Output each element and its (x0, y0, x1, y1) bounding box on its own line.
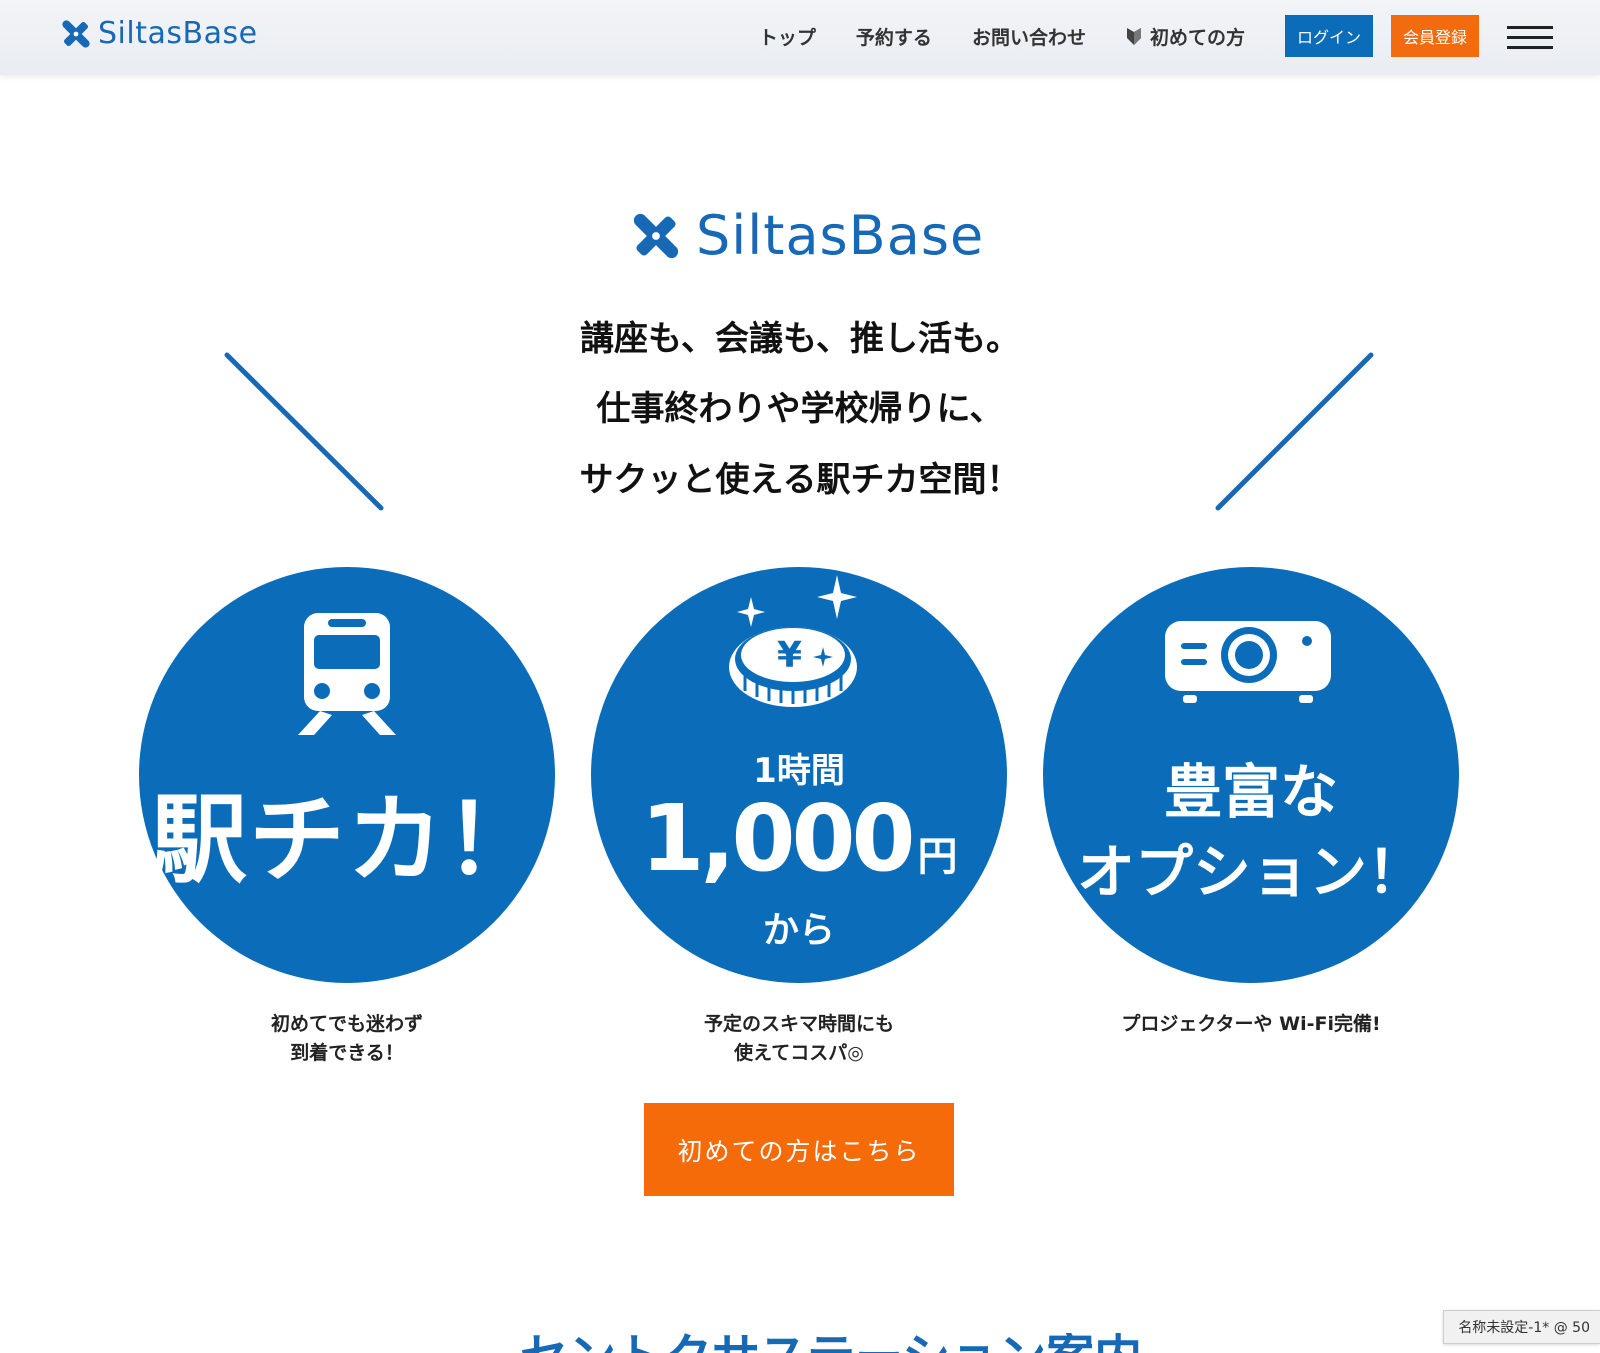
feature-title: 駅チカ！ (151, 784, 543, 896)
login-button[interactable]: ログイン (1284, 15, 1373, 57)
feature-title-line-2: オプション！ (1076, 838, 1425, 906)
caption-line: 到着できる！ (290, 1042, 404, 1064)
tagline-line-3: サクッと使える駅チカ空間！ (579, 460, 1021, 500)
yen-coin-icon: ¥ (729, 575, 857, 707)
nav-item-label: 予約する (855, 26, 932, 49)
nav-item-beginner[interactable]: 初めての方 (1126, 23, 1245, 50)
hamburger-menu-icon[interactable] (1507, 20, 1553, 52)
header-logo[interactable]: SiltasBase (60, 16, 258, 51)
signup-button[interactable]: 会員登録 (1390, 15, 1479, 57)
feature-circle-station: 駅チカ！ (139, 567, 555, 983)
feature-caption-price: 予定のスキマ時間にも 使えてコスパ◎ (589, 1010, 1009, 1068)
nav-item-top[interactable]: トップ (759, 23, 816, 50)
nav-item-label: 初めての方 (1149, 26, 1245, 49)
feature-caption-options: プロジェクターや Wi-Fi完備! (1041, 1010, 1461, 1039)
caption-line: 初めてでも迷わず (270, 1013, 423, 1035)
next-section-heading: セントクサステーション案内 (520, 1333, 1142, 1353)
projector-icon (1165, 621, 1331, 703)
caption-line: プロジェクターや Wi-Fi完備! (1121, 1013, 1381, 1035)
tagline-line-1: 講座も、会議も、推し活も。 (580, 319, 1020, 359)
puzzle-x-icon (62, 19, 90, 48)
puzzle-x-icon (633, 213, 679, 258)
price-number: 1,000 (640, 785, 915, 892)
main-nav: トップ 予約する お問い合わせ 初めての方 ログイン 会員登録 (759, 0, 1600, 72)
feature-circle-options: 豊富な オプション！ (1043, 567, 1459, 983)
document-title-badge: 名称未設定-1* @ 50 (1443, 1310, 1600, 1344)
beginner-guide-button[interactable]: 初めての方はこちら (644, 1103, 954, 1196)
nav-item-label: お問い合わせ (971, 26, 1086, 49)
price-suffix: から (762, 910, 835, 951)
feature-circle-price: ¥ 1時間 1,000 円 から (591, 567, 1007, 983)
logo-text: SiltasBase (696, 204, 985, 267)
price-value: 1,000 円 (591, 785, 1007, 892)
feature-title-line-1: 豊富な (1163, 758, 1338, 826)
nav-item-contact[interactable]: お問い合わせ (972, 23, 1086, 50)
nav-item-reserve[interactable]: 予約する (856, 23, 932, 50)
decorative-lines (224, 352, 1374, 511)
beginner-mark-icon (1126, 28, 1141, 45)
site-header: SiltasBase トップ 予約する お問い合わせ 初めての方 ログイン 会員… (0, 0, 1600, 75)
logo-text: SiltasBase (98, 16, 258, 51)
hero-logo: SiltasBase (630, 204, 984, 267)
price-unit: 円 (917, 834, 958, 880)
caption-line: 予定のスキマ時間にも (703, 1013, 894, 1035)
nav-item-label: トップ (758, 26, 816, 49)
feature-caption-station: 初めてでも迷わず 到着できる！ (137, 1010, 557, 1068)
tagline-line-2: 仕事終わりや学校帰りに、 (596, 389, 1004, 429)
train-icon (298, 613, 396, 735)
svg-text:¥: ¥ (777, 635, 802, 676)
caption-line: 使えてコスパ◎ (734, 1042, 864, 1064)
